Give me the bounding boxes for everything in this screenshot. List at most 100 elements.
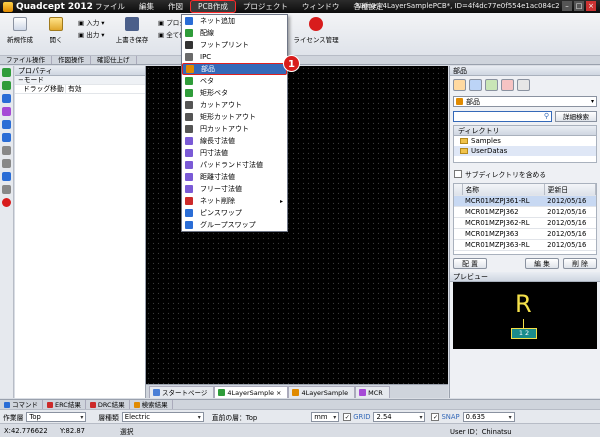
menu-item-circle-dim[interactable]: 円寸法値 xyxy=(182,147,287,159)
properties-title: プロパティ xyxy=(15,66,145,76)
model-icon[interactable] xyxy=(501,79,514,91)
ribbon-tab-finish[interactable]: 確認仕上げ xyxy=(91,56,137,64)
parts-category-select[interactable]: 部品 ▾ xyxy=(453,96,597,107)
menu-project[interactable]: プロジェクト xyxy=(236,0,295,13)
output-button[interactable]: ▣ 出力 ▾ xyxy=(78,29,105,41)
layer-icon[interactable] xyxy=(2,172,11,181)
maximize-icon[interactable]: □ xyxy=(574,1,584,11)
overwrite-save-button[interactable]: 上書き保存 xyxy=(112,13,152,44)
menu-item-cutout[interactable]: カットアウト xyxy=(182,99,287,111)
menu-item-part[interactable]: 部品 xyxy=(182,63,287,75)
tab-4layer-sch[interactable]: 4LayerSample xyxy=(288,386,356,398)
library-icon[interactable] xyxy=(517,79,530,91)
license-button[interactable]: ライセンス管理 xyxy=(286,13,346,44)
table-row[interactable]: MCR01MZPJ362-RL 2012/05/16 xyxy=(454,217,596,229)
grid-icon[interactable] xyxy=(2,159,11,168)
footprint-icon[interactable] xyxy=(485,79,498,91)
table-row[interactable]: MCR01MZPJ361-RL 2012/05/16 xyxy=(454,195,596,207)
menu-item-label: 線長寸法値 xyxy=(200,137,235,145)
delete-button[interactable]: 削 除 xyxy=(563,258,597,269)
search-input[interactable]: ⚲ xyxy=(453,111,552,122)
zoom-fit-icon[interactable] xyxy=(2,146,11,155)
part-type-icon[interactable] xyxy=(453,79,466,91)
unit-select[interactable]: mm xyxy=(311,411,340,422)
license-icon xyxy=(309,17,323,31)
open-button[interactable]: 開く xyxy=(38,13,74,44)
menu-item-rect-fill[interactable]: 矩形ベタ xyxy=(182,87,287,99)
zoom-in-icon[interactable] xyxy=(2,120,11,129)
menu-item-ipc[interactable]: IPC xyxy=(182,51,287,63)
menu-item-distance-dim[interactable]: 距離寸法値 xyxy=(182,171,287,183)
new-button[interactable]: 新規作成 xyxy=(2,13,38,44)
menu-edit[interactable]: 編集 xyxy=(132,0,161,13)
search-icon[interactable]: ⚲ xyxy=(544,112,549,120)
document-tabs: スタートページ 4LayerSample × 4LayerSample MCR xyxy=(146,384,448,398)
tab-drc-result[interactable]: DRC結果 xyxy=(86,400,130,409)
properties-section[interactable]: − モード xyxy=(15,76,145,85)
directory-item[interactable]: Samples xyxy=(454,136,596,146)
menu-item-length-dim[interactable]: 線長寸法値 xyxy=(182,135,287,147)
y-coordinate: Y:82.87 xyxy=(60,426,85,435)
table-row[interactable]: MCR01MZPJ363-RL 2012/05/16 xyxy=(454,239,596,251)
ribbon-tab-file-ops[interactable]: ファイル操作 xyxy=(0,56,52,64)
menu-item-group-swap[interactable]: グループスワップ xyxy=(182,219,287,231)
table-row[interactable]: MCR01MZPJ362 2012/05/16 xyxy=(454,206,596,218)
edit-button[interactable]: 編 集 xyxy=(525,258,559,269)
tab-erc-result[interactable]: ERC結果 xyxy=(43,400,86,409)
menu-file[interactable]: ファイル xyxy=(88,0,132,13)
include-subdirs-row: サブディレクトリを含める xyxy=(454,169,596,179)
advanced-search-button[interactable]: 詳細検索 xyxy=(555,111,597,122)
snap-checkbox[interactable]: ✓ xyxy=(431,412,440,421)
tab-4layer-pcb[interactable]: 4LayerSample × xyxy=(214,386,289,398)
property-row[interactable]: ドラッグ移動 有効 xyxy=(15,85,145,94)
gear-icon[interactable] xyxy=(2,185,11,194)
menu-item-circle-cutout[interactable]: 円カットアウト xyxy=(182,123,287,135)
menu-draw[interactable]: 作図 xyxy=(161,0,190,13)
grid-select[interactable]: 2.54 xyxy=(373,411,426,422)
tab-search-result[interactable]: 検索結果 xyxy=(130,400,173,409)
select-icon[interactable] xyxy=(2,107,11,116)
layer-type-select[interactable]: Electric xyxy=(121,411,204,422)
column-name[interactable]: 名称 xyxy=(462,184,545,196)
menu-window[interactable]: ウィンドウ xyxy=(295,0,347,13)
symbol-icon[interactable] xyxy=(469,79,482,91)
menu-item-label: グループスワップ xyxy=(200,221,256,229)
menu-item-rect-cutout[interactable]: 矩形カットアウト xyxy=(182,111,287,123)
tab-start-page[interactable]: スタートページ xyxy=(149,386,215,398)
menu-item-footprint[interactable]: フットプリント xyxy=(182,39,287,51)
ribbon-tab-draw-ops[interactable]: 作図操作 xyxy=(52,56,91,64)
work-layer-select[interactable]: Top xyxy=(26,411,87,422)
menu-item-net-add[interactable]: ネット追加 xyxy=(182,15,287,27)
zoom-out-icon[interactable] xyxy=(2,133,11,142)
directory-title: ディレクトリ xyxy=(454,126,596,136)
close-icon[interactable]: × xyxy=(586,1,596,11)
menu-item-free-dim[interactable]: フリー寸法値 xyxy=(182,183,287,195)
chevron-down-icon: ▾ xyxy=(590,98,594,105)
tab-mcr[interactable]: MCR xyxy=(355,386,390,398)
table-row[interactable]: MCR01MZPJ363 2012/05/16 xyxy=(454,228,596,240)
menu-item-net-delete[interactable]: ネット削除 ▸ xyxy=(182,195,287,207)
place-button[interactable]: 配 置 xyxy=(453,258,487,269)
menu-item-fill[interactable]: ベタ xyxy=(182,75,287,87)
arrow-right-icon[interactable] xyxy=(2,68,11,77)
property-value[interactable]: 有効 xyxy=(65,85,145,93)
snap-label: SNAP xyxy=(441,412,460,421)
directory-box: ディレクトリ Samples UserDatas xyxy=(453,125,597,163)
arrow-left-icon[interactable] xyxy=(2,81,11,90)
column-date[interactable]: 更新日 xyxy=(544,184,597,196)
menu-item-wiring[interactable]: 配線 xyxy=(182,27,287,39)
snap-select[interactable]: 0.635 xyxy=(462,411,515,422)
arrow-icon[interactable] xyxy=(2,94,11,103)
part-icon xyxy=(186,65,194,73)
menu-item-pin-swap[interactable]: ピンスワップ xyxy=(182,207,287,219)
include-subdirs-checkbox[interactable] xyxy=(454,170,462,178)
minimize-icon[interactable]: – xyxy=(562,1,572,11)
help-icon[interactable] xyxy=(2,198,11,207)
directory-item[interactable]: UserDatas xyxy=(454,146,596,156)
menu-pcb-create[interactable]: PCB作成 xyxy=(190,0,236,13)
cutout-icon xyxy=(185,101,193,109)
input-button[interactable]: ▣ 入力 ▾ xyxy=(78,17,105,29)
tab-command[interactable]: コマンド xyxy=(0,400,43,409)
grid-checkbox[interactable]: ✓ xyxy=(343,412,352,421)
menu-item-pad-dim[interactable]: パッドランド寸法値 xyxy=(182,159,287,171)
